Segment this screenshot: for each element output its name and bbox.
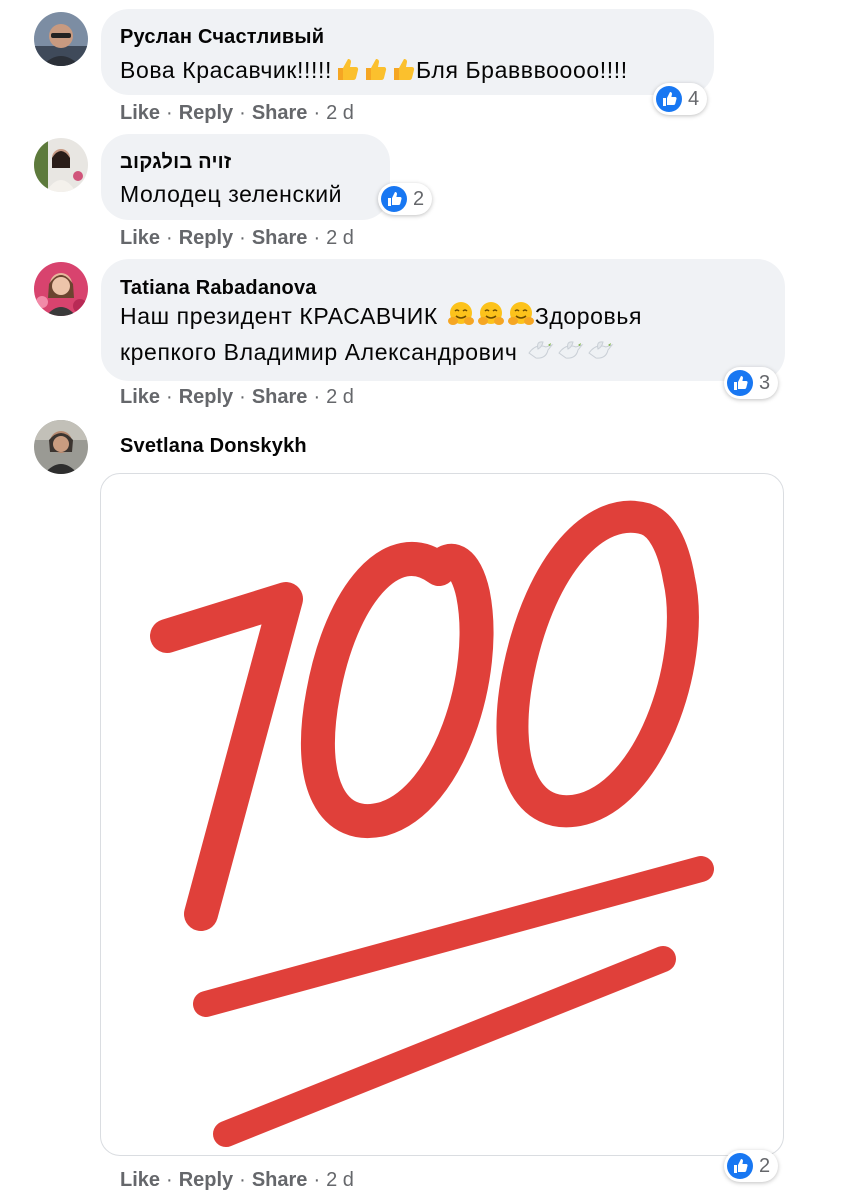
reaction-count-badge[interactable]: 2 [724, 1150, 779, 1182]
separator: · [239, 1169, 246, 1191]
comment-text-end: Бля Бравввоооо!!!! [415, 57, 628, 83]
avatar[interactable] [34, 138, 88, 192]
hundred-points-sticker[interactable] [100, 473, 784, 1156]
reaction-count: 3 [759, 371, 771, 394]
reply-button[interactable]: Reply [179, 102, 233, 124]
reaction-count-badge[interactable]: 4 [653, 83, 708, 115]
separator: · [166, 386, 173, 408]
comment-text-line-1: Наш президент КРАСАВЧИК Здоровья [120, 298, 642, 337]
comment-actions: Like · Reply · Share · 2 d [120, 1169, 354, 1192]
separator: · [166, 102, 173, 124]
dove-emoji-icon [586, 337, 614, 373]
timestamp[interactable]: 2 d [326, 1169, 354, 1191]
like-reaction-icon [727, 1153, 753, 1179]
reaction-count: 2 [759, 1154, 771, 1177]
reaction-count-badge[interactable]: 3 [724, 367, 779, 399]
comment-actions: Like · Reply · Share · 2 d [120, 102, 354, 125]
share-button[interactable]: Share [252, 1169, 308, 1191]
separator: · [313, 102, 321, 124]
avatar[interactable] [34, 12, 88, 66]
separator: · [313, 386, 321, 408]
hug-emoji-icon [477, 301, 505, 337]
separator: · [313, 1169, 321, 1191]
reaction-count-badge[interactable]: 2 [378, 183, 433, 215]
comment-text-start: Наш президент КРАСАВЧИК [120, 303, 438, 329]
timestamp[interactable]: 2 d [326, 386, 354, 408]
comment-text: Молодец зеленский [120, 181, 343, 207]
share-button[interactable]: Share [252, 102, 308, 124]
comment-text-end: Здоровья [534, 303, 643, 329]
timestamp[interactable]: 2 d [326, 102, 354, 124]
reply-button[interactable]: Reply [179, 386, 233, 408]
avatar[interactable] [34, 262, 88, 316]
avatar[interactable] [34, 420, 88, 474]
thumbs-up-icon [362, 55, 388, 91]
separator: · [239, 227, 246, 249]
separator: · [166, 1169, 173, 1191]
comment-author[interactable]: זויה בולגקוב [120, 151, 231, 174]
timestamp[interactable]: 2 d [326, 227, 354, 249]
like-button[interactable]: Like [120, 102, 160, 124]
like-reaction-icon [656, 86, 682, 112]
like-reaction-icon [727, 370, 753, 396]
dove-emoji-icon [526, 337, 554, 373]
separator: · [239, 102, 246, 124]
comment-author[interactable]: Svetlana Donskykh [120, 435, 307, 458]
thumbs-up-icon [334, 55, 360, 91]
hug-emoji-icon [507, 301, 535, 337]
hundred-points-icon [150, 500, 714, 1147]
comment-author[interactable]: Tatiana Rabadanova [120, 277, 317, 300]
separator: · [239, 386, 246, 408]
share-button[interactable]: Share [252, 386, 308, 408]
dove-emoji-icon [556, 337, 584, 373]
comment-text: Вова Красавчик!!!!! Бля Бравввоооо!!!! [120, 52, 628, 91]
comment-actions: Like · Reply · Share · 2 d [120, 386, 354, 409]
like-button[interactable]: Like [120, 227, 160, 249]
comment-text-start: Вова Красавчик!!!!! [120, 57, 332, 83]
like-button[interactable]: Like [120, 1169, 160, 1191]
comment-text-line-2: крепкого Владимир Александрович [120, 334, 614, 373]
reaction-count: 2 [413, 187, 425, 210]
reply-button[interactable]: Reply [179, 1169, 233, 1191]
reaction-count: 4 [688, 87, 700, 110]
like-reaction-icon [381, 186, 407, 212]
thumbs-up-icon [390, 55, 416, 91]
share-button[interactable]: Share [252, 227, 308, 249]
hug-emoji-icon [447, 301, 475, 337]
reply-button[interactable]: Reply [179, 227, 233, 249]
comment-actions: Like · Reply · Share · 2 d [120, 227, 354, 250]
separator: · [166, 227, 173, 249]
comment-text-line: крепкого Владимир Александрович [120, 339, 518, 365]
separator: · [313, 227, 321, 249]
comment-author[interactable]: Руслан Счастливый [120, 26, 324, 49]
like-button[interactable]: Like [120, 386, 160, 408]
